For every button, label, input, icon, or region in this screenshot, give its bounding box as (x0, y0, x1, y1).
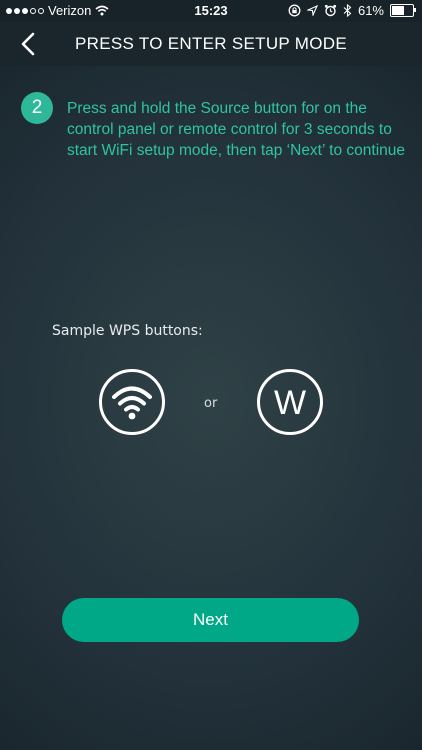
wps-wifi-button-icon (99, 369, 165, 435)
battery-level-fill (392, 6, 405, 15)
next-button[interactable]: Next (62, 598, 359, 642)
wps-button-samples: or W (0, 368, 422, 438)
w-letter: W (274, 384, 306, 422)
bluetooth-icon (343, 4, 352, 17)
location-icon (306, 5, 318, 16)
battery-percent: 61% (357, 3, 384, 18)
status-right: 61% (288, 3, 416, 18)
page-title: PRESS TO ENTER SETUP MODE (74, 34, 347, 53)
step-number-badge: 2 (21, 92, 53, 124)
wps-buttons-label: Sample WPS buttons: (52, 323, 203, 339)
step-instructions: Press and hold the Source button for on … (67, 100, 406, 159)
wps-w-button-icon: W (257, 369, 323, 435)
status-bar: Verizon 15:23 61% (0, 0, 422, 22)
battery-icon (390, 4, 416, 17)
setup-screen: Verizon 15:23 61% PRESS TO ENTER SETUP M… (0, 0, 422, 750)
nav-bar: PRESS TO ENTER SETUP MODE (0, 22, 422, 66)
rotation-lock-icon (288, 4, 301, 17)
or-separator: or (204, 396, 218, 411)
alarm-icon (324, 4, 337, 17)
